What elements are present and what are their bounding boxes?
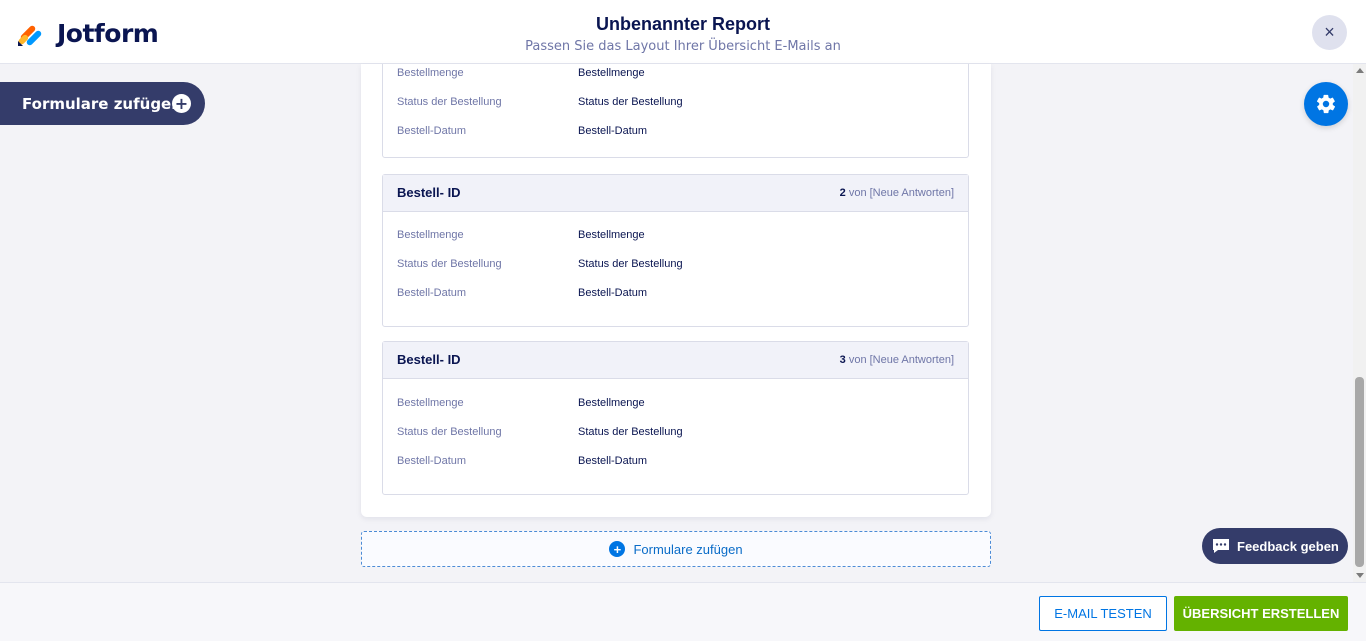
gear-icon	[1316, 94, 1336, 114]
field-value: Bestell-Datum	[578, 125, 648, 137]
field-label: Status der Bestellung	[397, 96, 502, 108]
field-value: Bestell-Datum	[578, 287, 648, 299]
create-summary-button[interactable]: ÜBERSICHT ERSTELLEN	[1174, 596, 1348, 631]
field-label: Bestell-Datum	[397, 125, 467, 137]
field-row: Bestellmenge Bestellmenge	[397, 67, 957, 83]
feedback-chat-icon	[1213, 539, 1229, 553]
form-block[interactable]: Bestell- ID 2 von [Neue Antworten] Beste…	[382, 174, 969, 327]
field-label: Bestellmenge	[397, 229, 464, 241]
field-row: Bestell-Datum Bestell-Datum	[397, 287, 957, 303]
field-row: Bestellmenge Bestellmenge	[397, 397, 957, 413]
form-block-count: 3 von [Neue Antworten]	[840, 354, 954, 366]
scroll-thumb[interactable]	[1355, 377, 1364, 567]
form-block-header: Bestell- ID 3 von [Neue Antworten]	[383, 342, 968, 379]
field-value: Status der Bestellung	[578, 258, 683, 270]
field-row: Status der Bestellung Status der Bestell…	[397, 96, 957, 112]
form-block[interactable]: Bestell- ID 3 von [Neue Antworten] Beste…	[382, 341, 969, 495]
field-label: Bestellmenge	[397, 67, 464, 79]
block-count-suffix: von [Neue Antworten]	[845, 187, 954, 199]
page-scrollbar[interactable]	[1353, 64, 1366, 582]
add-forms-bottom-label: Formulare zufügen	[633, 541, 743, 557]
test-email-button[interactable]: E-MAIL TESTEN	[1039, 596, 1167, 631]
block-count-suffix: von [Neue Antworten]	[845, 354, 954, 366]
field-value: Bestellmenge	[578, 229, 645, 241]
scroll-down-arrow-icon[interactable]	[1356, 573, 1364, 578]
form-block-count: 2 von [Neue Antworten]	[840, 187, 954, 199]
close-icon: ×	[1324, 22, 1335, 42]
form-block-header: Bestell- ID 2 von [Neue Antworten]	[383, 175, 968, 212]
field-value: Status der Bestellung	[578, 426, 683, 438]
field-value: Bestellmenge	[578, 67, 645, 79]
page-subtitle: Passen Sie das Layout Ihrer Übersicht E-…	[525, 39, 841, 54]
plus-circle-icon: +	[609, 541, 626, 557]
form-block-title: Bestell- ID	[397, 185, 461, 200]
app-header: Jotform Unbenannter Report Passen Sie da…	[0, 0, 1366, 64]
field-row: Status der Bestellung Status der Bestell…	[397, 426, 957, 442]
field-row: Status der Bestellung Status der Bestell…	[397, 258, 957, 274]
field-value: Status der Bestellung	[578, 96, 683, 108]
header-title-block: Unbenannter Report Passen Sie das Layout…	[0, 13, 1366, 57]
field-label: Status der Bestellung	[397, 258, 502, 270]
field-value: Bestell-Datum	[578, 455, 648, 467]
close-button[interactable]: ×	[1312, 15, 1347, 50]
add-forms-bottom-button[interactable]: + Formulare zufügen	[361, 531, 991, 567]
feedback-label: Feedback geben	[1237, 538, 1339, 554]
field-row: Bestell-Datum Bestell-Datum	[397, 125, 957, 141]
page-title[interactable]: Unbenannter Report	[0, 13, 1366, 35]
field-label: Bestell-Datum	[397, 455, 467, 467]
field-label: Bestellmenge	[397, 397, 464, 409]
field-label: Status der Bestellung	[397, 426, 502, 438]
feedback-button[interactable]: Feedback geben	[1202, 528, 1348, 564]
scroll-up-arrow-icon[interactable]	[1356, 68, 1364, 73]
add-forms-button[interactable]: Formulare zufügen +	[0, 82, 205, 125]
form-block-title: Bestell- ID	[397, 352, 461, 367]
field-row: Bestellmenge Bestellmenge	[397, 229, 957, 245]
footer-bar: E-MAIL TESTEN ÜBERSICHT ERSTELLEN	[0, 582, 1366, 641]
field-value: Bestellmenge	[578, 397, 645, 409]
field-label: Bestell-Datum	[397, 287, 467, 299]
add-forms-label: Formulare zufügen	[22, 94, 182, 113]
form-block[interactable]: Bestellmenge Bestellmenge Status der Bes…	[382, 64, 969, 158]
plus-circle-icon: +	[172, 94, 191, 113]
field-row: Bestell-Datum Bestell-Datum	[397, 455, 957, 471]
report-layout-card: Bestellmenge Bestellmenge Status der Bes…	[361, 64, 991, 517]
settings-button[interactable]	[1304, 82, 1348, 126]
